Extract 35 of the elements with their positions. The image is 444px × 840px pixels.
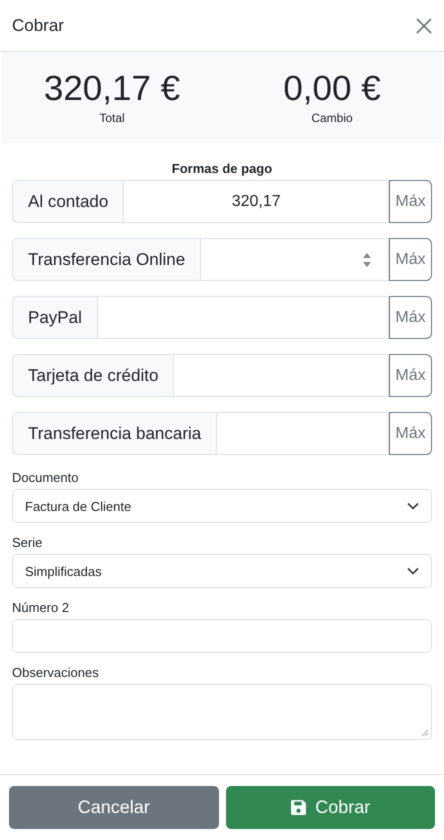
select-field[interactable]: Factura de Cliente xyxy=(12,489,432,523)
max-button[interactable]: Máx xyxy=(389,180,432,223)
chevron-down-icon[interactable] xyxy=(407,567,419,575)
amount-field[interactable] xyxy=(217,412,389,455)
amount-label: Cambio xyxy=(311,111,353,125)
max-button[interactable]: Máx xyxy=(389,238,432,281)
amount-field[interactable]: 320,17 xyxy=(124,180,389,223)
field-label: Documento xyxy=(12,470,80,485)
cancel-button[interactable]: Cancelar xyxy=(9,786,218,829)
max-button[interactable]: Máx xyxy=(389,296,432,339)
amount-field[interactable] xyxy=(174,354,389,397)
field-label: Observaciones xyxy=(12,665,100,680)
select-field[interactable]: Simplificadas xyxy=(12,554,432,588)
payment-label: Transferencia Online xyxy=(12,238,202,281)
input-field[interactable] xyxy=(12,619,432,653)
close-icon[interactable] xyxy=(416,18,432,34)
field-label: Serie xyxy=(12,535,44,550)
payment-label: Al contado xyxy=(12,180,124,223)
payment-label: Transferencia bancaria xyxy=(12,412,218,455)
payment-label: Tarjeta de crédito xyxy=(12,354,174,397)
section-heading: Formas de pago xyxy=(170,161,274,176)
field-label: Número 2 xyxy=(12,600,70,615)
amount-text: 320,17 € xyxy=(44,70,180,108)
dialog-title: Cobrar xyxy=(12,16,64,36)
resize-handle-icon[interactable] xyxy=(421,729,429,737)
amount-label: Total xyxy=(99,111,125,125)
submit-button[interactable]: Cobrar xyxy=(226,786,435,829)
amount-text: 0,00 € xyxy=(283,70,381,108)
text-area[interactable] xyxy=(12,684,432,740)
max-button[interactable]: Máx xyxy=(389,412,432,455)
chevron-down-icon[interactable] xyxy=(407,502,419,510)
payment-label: PayPal xyxy=(12,296,98,339)
max-button[interactable]: Máx xyxy=(389,354,432,397)
amount-field[interactable] xyxy=(201,238,389,281)
amount-field[interactable] xyxy=(98,296,389,339)
